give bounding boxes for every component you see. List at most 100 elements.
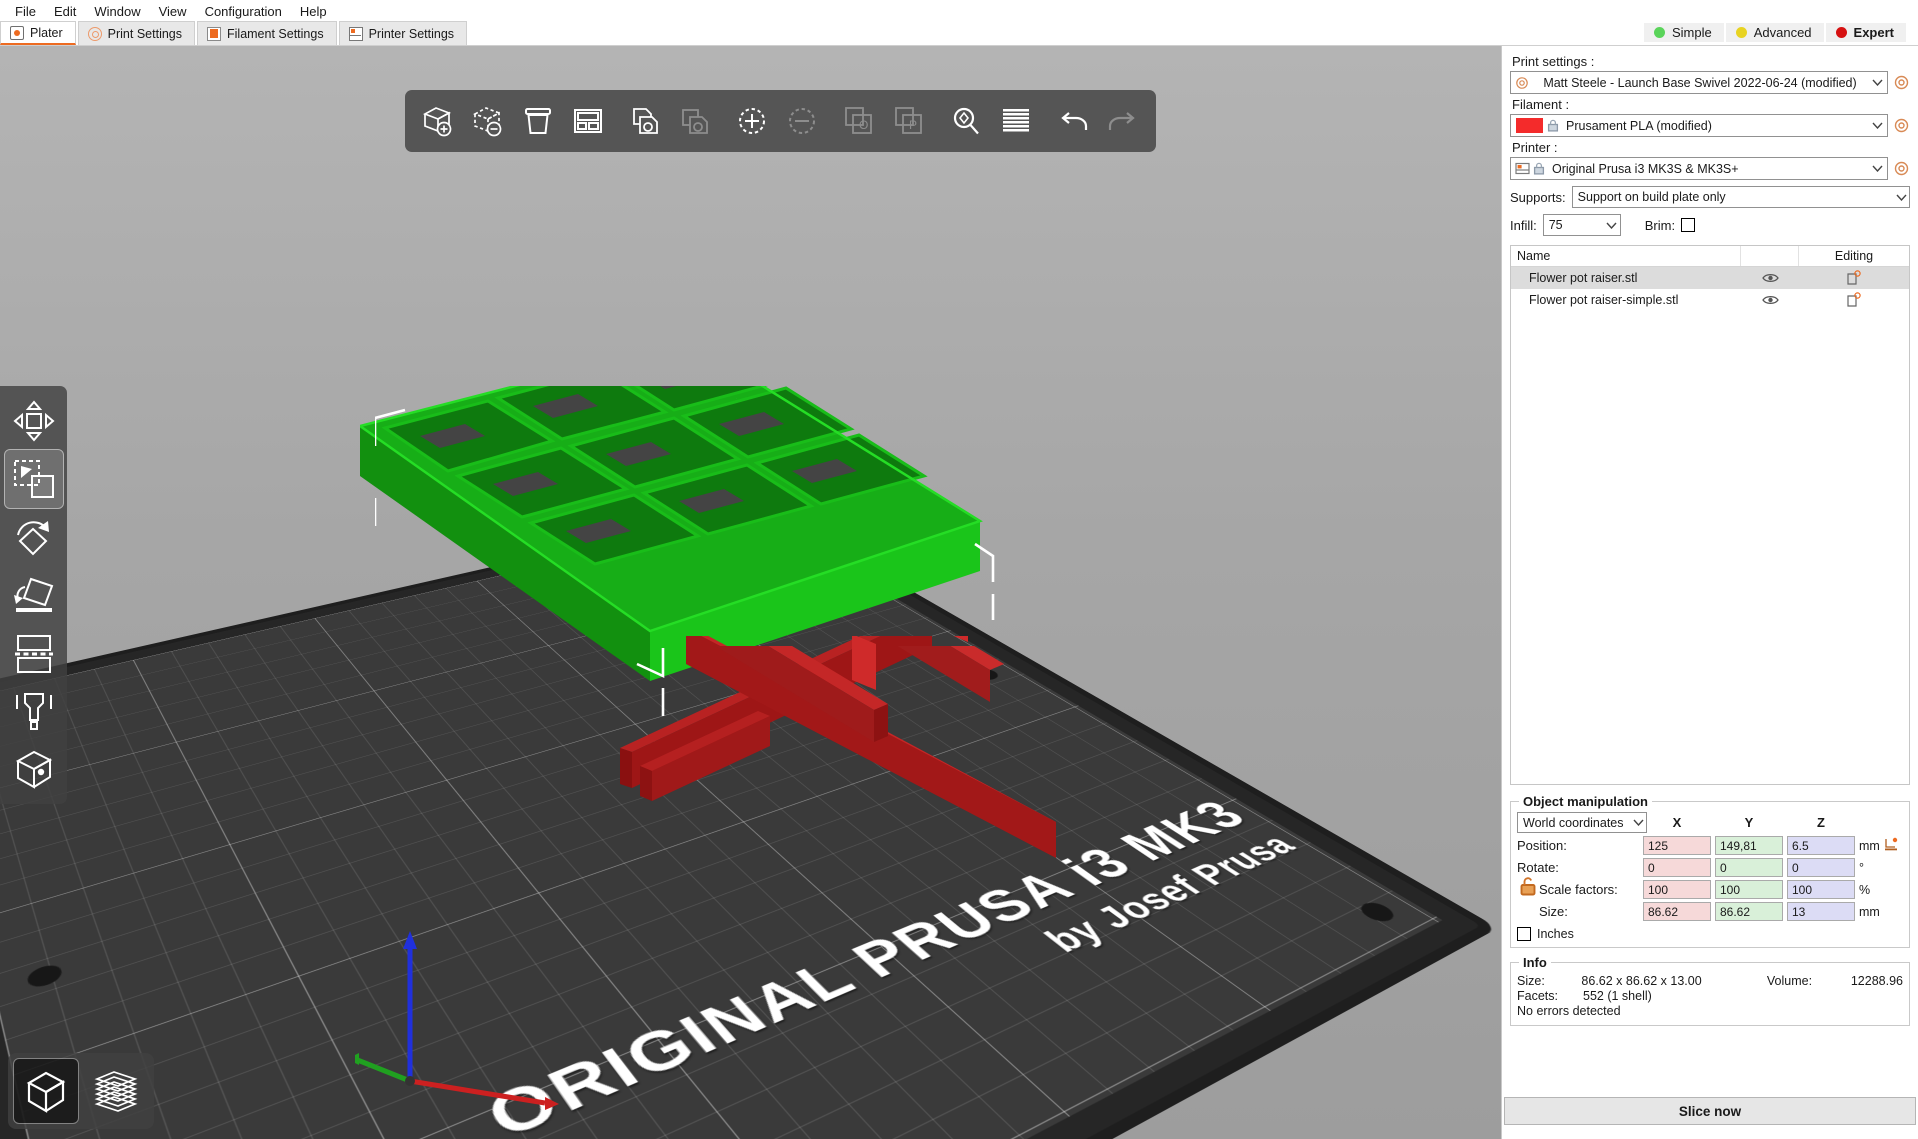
scale-gizmo-icon[interactable] (5, 450, 63, 508)
menu-item-help[interactable]: Help (291, 2, 336, 21)
position-x-input[interactable]: 125 (1643, 836, 1711, 855)
print-settings-combo[interactable]: Matt Steele - Launch Base Swivel 2022-06… (1510, 71, 1888, 94)
paste-icon[interactable] (670, 94, 720, 148)
size-y-input[interactable]: 86.62 (1715, 902, 1783, 921)
tab-printer-settings-label: Printer Settings (369, 27, 454, 41)
filament-edit-icon[interactable] (1893, 117, 1910, 134)
scale-z-input[interactable]: 100 (1787, 880, 1855, 899)
printer-edit-icon[interactable] (1893, 160, 1910, 177)
copy-icon[interactable] (620, 94, 670, 148)
add-instance-icon[interactable] (727, 94, 777, 148)
position-label: Position: (1517, 838, 1639, 853)
axis-label-y: Y (1715, 815, 1783, 830)
search-icon[interactable] (941, 94, 991, 148)
scale-y-input[interactable]: 100 (1715, 880, 1783, 899)
tab-filament-settings[interactable]: Filament Settings (197, 21, 337, 45)
seam-painting-icon[interactable] (5, 740, 63, 798)
uniform-scale-lock-icon[interactable] (1519, 876, 1537, 899)
editing-icon[interactable] (1799, 292, 1909, 308)
menu-item-configuration[interactable]: Configuration (196, 2, 291, 21)
mode-selector: Simple Advanced Expert (1644, 21, 1906, 43)
printer-value: Original Prusa i3 MK3S & MK3S+ (1546, 162, 1869, 176)
size-z-input[interactable]: 13 (1787, 902, 1855, 921)
tab-plater[interactable]: Plater (0, 21, 76, 45)
printer-icon (1513, 162, 1531, 175)
position-y-input[interactable]: 149,81 (1715, 836, 1783, 855)
object-list[interactable]: Name Editing Flower pot raiser.stl (1510, 245, 1910, 785)
printer-combo[interactable]: Original Prusa i3 MK3S & MK3S+ (1510, 157, 1888, 180)
editing-icon[interactable] (1799, 270, 1909, 286)
printer-row: Original Prusa i3 MK3S & MK3S+ (1510, 157, 1910, 180)
mode-advanced[interactable]: Advanced (1726, 23, 1824, 42)
support-painting-icon[interactable] (5, 682, 63, 740)
chevron-down-icon[interactable] (1869, 79, 1885, 86)
mode-expert[interactable]: Expert (1826, 23, 1906, 42)
chevron-down-icon[interactable] (1869, 165, 1885, 172)
info-facets-value: 552 (1 shell) (1583, 989, 1652, 1003)
eye-icon[interactable] (1741, 272, 1799, 284)
supports-combo[interactable]: Support on build plate only (1572, 186, 1910, 208)
chevron-down-icon[interactable] (1604, 222, 1620, 229)
column-header-editing: Editing (1799, 246, 1909, 266)
brim-checkbox[interactable] (1681, 218, 1695, 232)
inches-checkbox[interactable] (1517, 927, 1531, 941)
split-to-parts-icon[interactable]: P (884, 94, 934, 148)
undo-icon[interactable] (1048, 94, 1098, 148)
print-settings-edit-icon[interactable] (1893, 74, 1910, 91)
axis-label-z: Z (1787, 815, 1855, 830)
3d-viewport[interactable]: ORIGINAL PRUSA i3 MK3 by Josef Prusa (0, 46, 1501, 1139)
object-list-row-1[interactable]: Flower pot raiser-simple.stl (1511, 289, 1909, 311)
cut-icon[interactable] (5, 624, 63, 682)
add-icon[interactable] (413, 94, 463, 148)
object-name: Flower pot raiser.stl (1511, 271, 1741, 285)
scale-unit-label: % (1859, 883, 1903, 897)
info-facets-label: Facets: (1517, 989, 1583, 1003)
info-volume-value: 12288.96 (1851, 974, 1903, 988)
delete-selected-icon[interactable] (463, 94, 513, 148)
size-x-input[interactable]: 86.62 (1643, 902, 1711, 921)
editor-view-icon[interactable] (14, 1059, 78, 1123)
variable-layer-height-icon[interactable] (991, 94, 1041, 148)
infill-combo[interactable]: 75 (1543, 214, 1621, 236)
mode-simple-dot (1654, 27, 1665, 38)
menu-item-edit[interactable]: Edit (45, 2, 85, 21)
coordinate-system-combo[interactable]: World coordinates (1517, 812, 1647, 833)
mode-simple[interactable]: Simple (1644, 23, 1724, 42)
mode-expert-label: Expert (1854, 25, 1894, 40)
rotate-z-input[interactable]: 0 (1787, 858, 1855, 877)
redo-icon[interactable] (1098, 94, 1148, 148)
rotate-unit-label: ° (1859, 861, 1903, 875)
rotate-y-input[interactable]: 0 (1715, 858, 1783, 877)
axis-label-x: X (1643, 815, 1711, 830)
slice-now-button[interactable]: Slice now (1504, 1097, 1916, 1125)
menu-item-view[interactable]: View (150, 2, 196, 21)
menu-item-file[interactable]: File (6, 2, 45, 21)
delete-all-icon[interactable] (513, 94, 563, 148)
chevron-down-icon[interactable] (1893, 194, 1909, 201)
chevron-down-icon[interactable] (1869, 122, 1885, 129)
tab-printer-settings[interactable]: Printer Settings (339, 21, 467, 45)
remove-instance-icon[interactable] (777, 94, 827, 148)
move-gizmo-icon[interactable] (5, 392, 63, 450)
position-unit-label: mm (1859, 839, 1880, 853)
infill-label: Infill: (1510, 218, 1537, 233)
rotate-x-input[interactable]: 0 (1643, 858, 1711, 877)
position-z-input[interactable]: 6.5 (1787, 836, 1855, 855)
arrange-icon[interactable] (563, 94, 613, 148)
model-red-detail (640, 646, 1160, 976)
top-toolbar: O P (405, 90, 1156, 152)
infill-value: 75 (1544, 218, 1604, 232)
drop-to-bed-icon[interactable] (1884, 837, 1898, 854)
place-on-face-icon[interactable] (5, 566, 63, 624)
preview-view-icon[interactable] (84, 1059, 148, 1123)
filament-combo[interactable]: Prusament PLA (modified) (1510, 114, 1888, 137)
scale-x-input[interactable]: 100 (1643, 880, 1711, 899)
rotate-gizmo-icon[interactable] (5, 508, 63, 566)
object-list-row-0[interactable]: Flower pot raiser.stl (1511, 267, 1909, 289)
print-settings-value: Matt Steele - Launch Base Swivel 2022-06… (1531, 76, 1869, 90)
info-errors-value: No errors detected (1517, 1004, 1621, 1018)
eye-icon[interactable] (1741, 294, 1799, 306)
menu-item-window[interactable]: Window (85, 2, 149, 21)
tab-print-settings[interactable]: Print Settings (78, 21, 195, 45)
split-to-objects-icon[interactable]: O (834, 94, 884, 148)
